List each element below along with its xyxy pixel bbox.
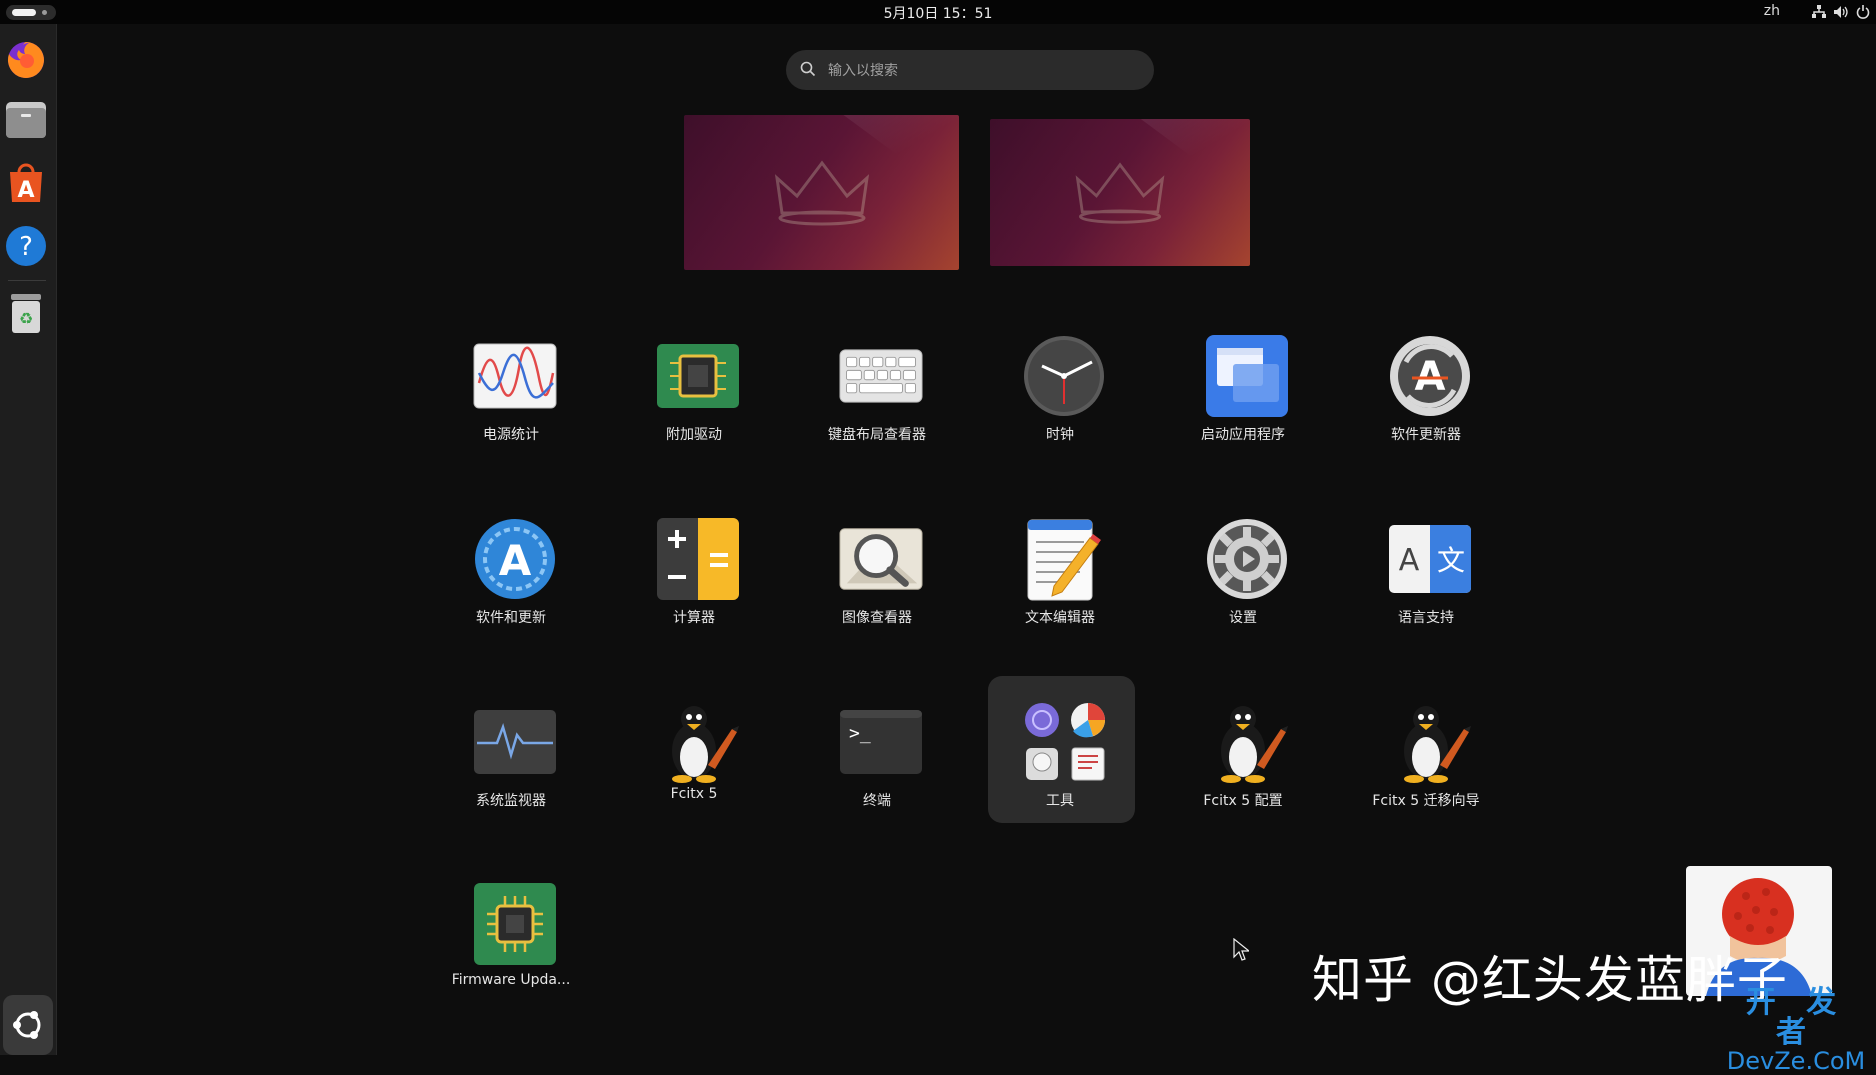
firmware-icon bbox=[473, 882, 557, 966]
app-label: 文本编辑器 bbox=[1025, 610, 1095, 626]
files-icon[interactable] bbox=[4, 98, 48, 142]
svg-text:>_: >_ bbox=[849, 723, 871, 744]
app-label: 附加驱动 bbox=[666, 427, 722, 443]
app-fcitx5-migrator[interactable]: Fcitx 5 迁移向导 bbox=[1346, 692, 1506, 822]
keyboard-icon bbox=[839, 334, 923, 418]
app-settings[interactable]: 设置 bbox=[1163, 509, 1323, 639]
app-fcitx5-config[interactable]: Fcitx 5 配置 bbox=[1163, 692, 1323, 822]
tux-icon bbox=[656, 700, 740, 784]
additional-drivers-icon bbox=[656, 334, 740, 418]
app-text-editor[interactable]: 文本编辑器 bbox=[980, 509, 1140, 639]
app-clock[interactable]: 时钟 bbox=[980, 326, 1140, 456]
watermark-site-cn: 开 发 者 bbox=[1745, 985, 1847, 1050]
app-firmware-updater[interactable]: Firmware Upda... bbox=[431, 874, 591, 1004]
watermark-text: 知乎 @红头发蓝胖子 bbox=[1312, 951, 1788, 1009]
app-label: 软件更新器 bbox=[1391, 427, 1461, 443]
app-software-and-updates[interactable]: A 软件和更新 bbox=[431, 509, 591, 639]
terminal-icon: >_ bbox=[839, 700, 923, 784]
trash-icon[interactable]: ♻ bbox=[4, 292, 48, 336]
dock: A ? ♻ bbox=[0, 24, 57, 1055]
app-label: 图像查看器 bbox=[842, 610, 912, 626]
clock-icon bbox=[1022, 334, 1106, 418]
workspace-thumbnail-2[interactable] bbox=[990, 119, 1250, 266]
app-center-icon[interactable]: A bbox=[4, 160, 48, 204]
image-viewer-icon bbox=[839, 517, 923, 601]
language-support-icon: A文 bbox=[1388, 517, 1472, 601]
workspace-thumbnail-1[interactable] bbox=[684, 115, 959, 270]
power-statistics-icon bbox=[473, 334, 557, 418]
app-label: 电源统计 bbox=[483, 427, 539, 443]
mouse-cursor-icon bbox=[1233, 938, 1249, 961]
watermark-site-en: DevZe.CoM bbox=[1726, 1047, 1866, 1075]
app-fcitx5[interactable]: Fcitx 5 bbox=[614, 692, 774, 822]
app-label: 系统监视器 bbox=[476, 793, 546, 809]
app-folder-tools[interactable]: 工具 bbox=[980, 692, 1140, 822]
app-label: 语言支持 bbox=[1398, 610, 1454, 626]
startup-apps-icon bbox=[1205, 334, 1289, 418]
app-label: 启动应用程序 bbox=[1201, 427, 1285, 443]
svg-text:文: 文 bbox=[1437, 544, 1465, 577]
app-label: 工具 bbox=[1046, 793, 1074, 809]
app-label: 键盘布局查看器 bbox=[828, 427, 926, 443]
app-label: 时钟 bbox=[1046, 427, 1074, 443]
tux-icon bbox=[1388, 700, 1472, 784]
svg-text:♻: ♻ bbox=[19, 309, 33, 328]
app-calculator[interactable]: 计算器 bbox=[614, 509, 774, 639]
app-software-updater[interactable]: A 软件更新器 bbox=[1346, 326, 1506, 456]
tux-icon bbox=[1205, 700, 1289, 784]
clock[interactable]: 5月10日 15：51 bbox=[0, 3, 1876, 23]
firefox-icon[interactable] bbox=[4, 38, 48, 82]
crown-icon bbox=[774, 160, 869, 225]
app-power-statistics[interactable]: 电源统计 bbox=[431, 326, 591, 456]
svg-text:A: A bbox=[17, 178, 34, 203]
app-startup-applications[interactable]: 启动应用程序 bbox=[1163, 326, 1323, 456]
app-label: 设置 bbox=[1229, 610, 1257, 626]
show-apps-button[interactable] bbox=[3, 995, 53, 1055]
search-input[interactable] bbox=[826, 56, 1140, 86]
software-sources-icon: A bbox=[473, 517, 557, 601]
help-icon[interactable]: ? bbox=[4, 224, 48, 268]
app-label: 软件和更新 bbox=[476, 610, 546, 626]
app-keyboard-layout-viewer[interactable]: 键盘布局查看器 bbox=[797, 326, 957, 456]
crown-icon bbox=[1075, 161, 1165, 224]
top-bar: 5月10日 15：51 zh bbox=[0, 0, 1876, 24]
app-label: 终端 bbox=[863, 793, 891, 809]
app-additional-drivers[interactable]: 附加驱动 bbox=[614, 326, 774, 456]
volume-icon[interactable] bbox=[1832, 3, 1850, 21]
input-language-indicator[interactable]: zh bbox=[1764, 3, 1780, 19]
software-updater-icon: A bbox=[1388, 334, 1472, 418]
svg-text:?: ? bbox=[19, 232, 33, 262]
app-label: Firmware Upda... bbox=[451, 972, 571, 988]
app-label: 计算器 bbox=[673, 610, 715, 626]
dock-separator bbox=[8, 280, 46, 281]
search-icon bbox=[800, 61, 816, 77]
app-terminal[interactable]: >_ 终端 bbox=[797, 692, 957, 822]
folder-icon bbox=[1022, 700, 1106, 784]
app-label: Fcitx 5 迁移向导 bbox=[1372, 793, 1480, 809]
svg-text:A: A bbox=[1399, 543, 1420, 578]
watermark-site-logo: 开 发 者 DevZe.CoM bbox=[1718, 985, 1874, 1075]
app-image-viewer[interactable]: 图像查看器 bbox=[797, 509, 957, 639]
power-icon[interactable] bbox=[1854, 3, 1872, 21]
calculator-icon bbox=[656, 517, 740, 601]
settings-icon bbox=[1205, 517, 1289, 601]
app-language-support[interactable]: A文 语言支持 bbox=[1346, 509, 1506, 639]
app-label: Fcitx 5 配置 bbox=[1203, 793, 1283, 809]
app-system-monitor[interactable]: 系统监视器 bbox=[431, 692, 591, 822]
svg-text:A: A bbox=[499, 536, 532, 585]
ubuntu-logo-icon bbox=[13, 1011, 41, 1039]
search-bar[interactable] bbox=[786, 50, 1154, 90]
text-editor-icon bbox=[1022, 517, 1106, 601]
network-icon[interactable] bbox=[1810, 3, 1828, 21]
system-monitor-icon bbox=[473, 700, 557, 784]
app-label: Fcitx 5 bbox=[670, 786, 718, 802]
